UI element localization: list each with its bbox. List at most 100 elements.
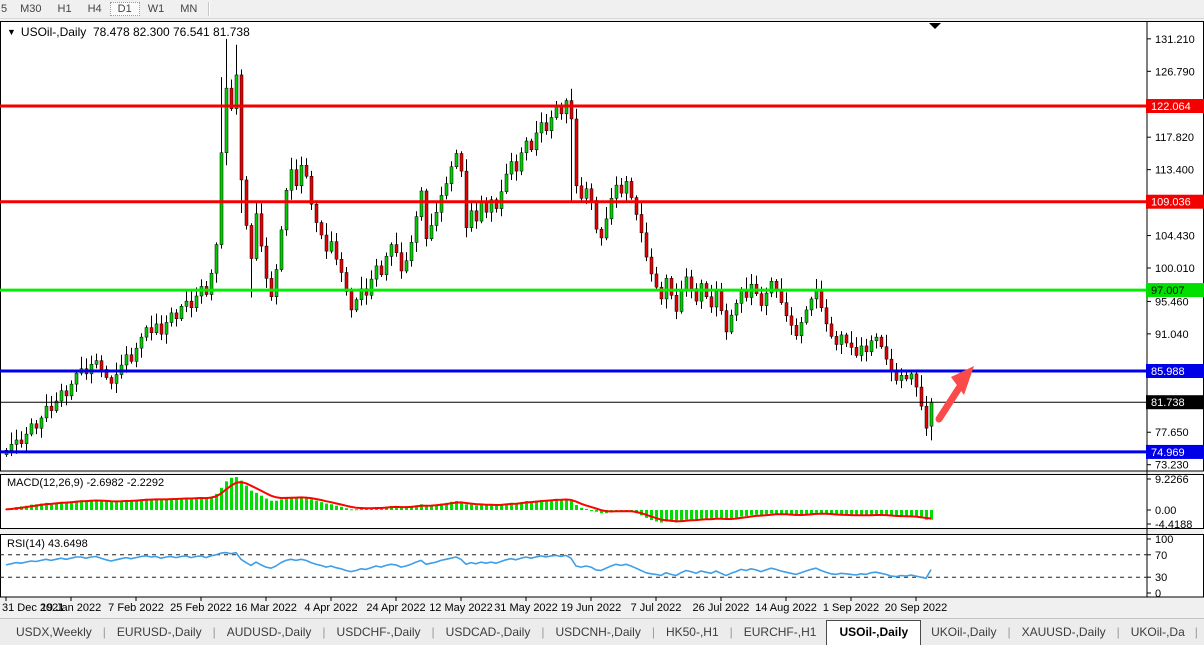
macd-histogram-bar: [470, 505, 473, 510]
timeframe-h4-button[interactable]: H4: [80, 2, 110, 16]
candle-down: [845, 335, 848, 343]
macd-histogram-bar: [315, 501, 318, 510]
candle-down: [380, 266, 383, 275]
tab-usdx-weekly[interactable]: USDX,Weekly: [6, 621, 102, 643]
candle-down: [65, 391, 68, 396]
candle-down: [335, 242, 338, 260]
date-tick-label: 7 Jul 2022: [631, 602, 682, 614]
candle-up: [615, 185, 618, 198]
tab-usoil-daily[interactable]: USOil-,Daily: [826, 620, 921, 645]
candle-up: [275, 270, 278, 297]
date-tick-label: 24 Apr 2022: [366, 602, 425, 614]
candle-down: [630, 181, 633, 197]
tab-audusd-daily[interactable]: AUDUSD-,Daily: [217, 621, 322, 643]
tab-usdchf-daily[interactable]: USDCHF-,Daily: [327, 621, 431, 643]
macd-histogram-bar: [260, 496, 263, 510]
timeframe-w1-button[interactable]: W1: [140, 2, 173, 16]
price-tick-label: 126.790: [1155, 66, 1195, 78]
candle-down: [885, 347, 888, 359]
timeframe-m15-partial[interactable]: 5: [0, 2, 12, 16]
candle-up: [700, 284, 703, 302]
candle-down: [825, 308, 828, 324]
candle-up: [95, 361, 98, 365]
date-tick-label: 20 Sep 2022: [885, 602, 947, 614]
macd-histogram-bar: [120, 501, 123, 510]
candle-up: [75, 373, 78, 384]
macd-histogram-bar: [300, 497, 303, 510]
tab-hk50-h1[interactable]: HK50-,H1: [656, 621, 729, 643]
timeframe-d1-button[interactable]: D1: [110, 2, 140, 16]
candle-down: [475, 211, 478, 221]
candle-down: [795, 325, 798, 335]
candle-down: [600, 229, 603, 238]
candle-up: [500, 192, 503, 209]
macd-histogram-bar: [765, 510, 768, 514]
candle-down: [305, 165, 308, 176]
candle-down: [240, 75, 243, 180]
tab-ukoil-da[interactable]: UKOil-,Da: [1121, 621, 1195, 643]
candle-up: [125, 355, 128, 365]
candle-up: [170, 313, 173, 323]
macd-histogram-bar: [775, 510, 778, 514]
macd-histogram-bar: [715, 510, 718, 518]
candle-down: [570, 101, 573, 119]
tab-usdcad-daily[interactable]: USDCAD-,Daily: [436, 621, 541, 643]
timeframe-m30-button[interactable]: M30: [12, 2, 49, 16]
macd-histogram-bar: [305, 498, 308, 510]
candle-down: [515, 162, 518, 172]
tab-eurchf-h1[interactable]: EURCHF-,H1: [734, 621, 827, 643]
macd-histogram-bar: [655, 510, 658, 521]
macd-histogram-bar: [160, 500, 163, 510]
macd-histogram-bar: [130, 501, 133, 510]
candle-up: [10, 444, 13, 450]
date-tick-label: 19 Jun 2022: [561, 602, 622, 614]
candle-up: [40, 418, 43, 428]
candle-down: [690, 277, 693, 289]
candle-up: [185, 301, 188, 306]
candle-down: [640, 214, 643, 232]
macd-histogram-bar: [240, 481, 243, 510]
candle-up: [550, 118, 553, 131]
rsi-tick-label: 0: [1155, 588, 1161, 600]
macd-histogram-bar: [155, 499, 158, 510]
macd-histogram-bar: [150, 499, 153, 510]
chevron-down-icon[interactable]: ▼: [7, 27, 16, 37]
candle-down: [560, 106, 563, 113]
rsi-tick-label: 30: [1155, 572, 1167, 584]
macd-histogram-bar: [115, 502, 118, 510]
tab-xauusd-daily[interactable]: XAUUSD-,Daily: [1012, 621, 1116, 643]
main-price-panel[interactable]: [1, 22, 1204, 472]
candle-up: [215, 245, 218, 274]
candle-down: [310, 176, 313, 204]
chart-canvas[interactable]: 131.210126.790117.820113.400104.430100.0…: [0, 0, 1204, 645]
macd-histogram-bar: [345, 508, 348, 510]
candle-up: [290, 170, 293, 191]
candle-down: [675, 295, 678, 311]
macd-histogram-bar: [285, 498, 288, 510]
date-tick-label: 31 May 2022: [494, 602, 558, 614]
timeframe-mn-button[interactable]: MN: [172, 2, 205, 16]
candle-down: [850, 343, 853, 347]
candle-up: [225, 88, 228, 153]
macd-histogram-bar: [590, 510, 593, 511]
candle-up: [285, 190, 288, 230]
tab-ukoil-daily[interactable]: UKOil-,Daily: [921, 621, 1006, 643]
rsi-panel[interactable]: [1, 535, 1204, 598]
macd-histogram-bar: [195, 498, 198, 510]
candle-up: [195, 296, 198, 308]
macd-histogram-bar: [750, 510, 753, 515]
macd-histogram-bar: [320, 502, 323, 510]
candle-up: [385, 256, 388, 274]
candle-up: [145, 328, 148, 338]
macd-histogram-bar: [355, 509, 358, 510]
tab-eurusd-daily[interactable]: EURUSD-,Daily: [107, 621, 212, 643]
timeframe-h1-button[interactable]: H1: [50, 2, 80, 16]
macd-histogram-bar: [480, 505, 483, 510]
date-tick-label: 26 Jul 2022: [693, 602, 750, 614]
candle-down: [50, 406, 53, 410]
candle-up: [810, 299, 813, 310]
tab-usdcnh-daily[interactable]: USDCNH-,Daily: [545, 621, 650, 643]
candle-up: [730, 315, 733, 332]
price-tick-label: 113.400: [1155, 165, 1194, 177]
candle-up: [875, 337, 878, 341]
